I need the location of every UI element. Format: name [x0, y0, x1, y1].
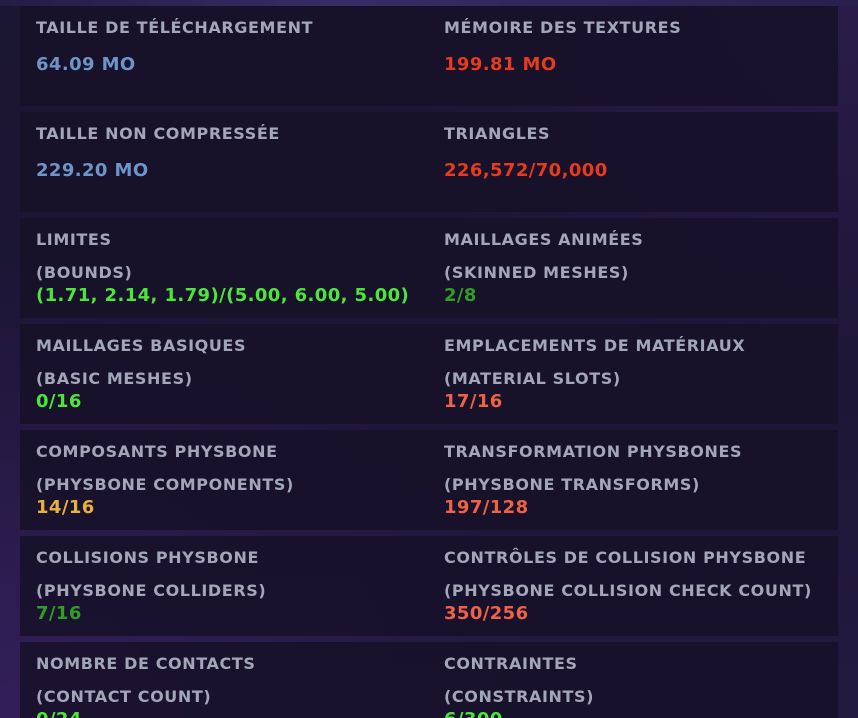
stat-cell: TRANSFORMATION PHYSBONES (PHYSBONE TRANSF… [444, 430, 836, 530]
stat-value: (1.71, 2.14, 1.79)/(5.00, 6.00, 5.00) [36, 285, 410, 306]
stat-label: TRIANGLES [444, 124, 551, 143]
stats-row: LIMITES (BOUNDS) (1.71, 2.14, 1.79)/(5.00,… [20, 218, 838, 318]
stat-cell: EMPLACEMENTS DE MATÉRIAUX (MATERIAL SLOTS… [444, 324, 836, 424]
stat-label: TRANSFORMATION PHYSBONES [444, 442, 743, 461]
stat-cell: COMPOSANTS PHYSBONE (PHYSBONE COMPONENTS)… [36, 430, 428, 530]
stats-grid: TAILLE DE TÉLÉCHARGEMENT 64.09 MO MÉMOIRE … [20, 6, 838, 718]
stat-sublabel: (BASIC MESHES) [36, 369, 193, 388]
stat-sublabel: (PHYSBONE COLLISION CHECK COUNT) [444, 581, 812, 600]
stats-row: COMPOSANTS PHYSBONE (PHYSBONE COMPONENTS)… [20, 430, 838, 530]
stat-cell: TRIANGLES 226,572/70,000 [444, 112, 836, 212]
stat-label: MAILLAGES BASIQUES [36, 336, 247, 355]
stat-value: 64.09 MO [36, 54, 136, 75]
stat-sublabel: (PHYSBONE COMPONENTS) [36, 475, 294, 494]
stat-label: CONTRÔLES DE COLLISION PHYSBONE [444, 548, 807, 567]
stats-row: TAILLE NON COMPRESSÉE 229.20 MO TRIANGLES 2… [20, 112, 838, 212]
stat-label: LIMITES [36, 230, 112, 249]
stat-value: 350/256 [444, 603, 529, 624]
stat-sublabel: (CONTACT COUNT) [36, 687, 212, 706]
stat-sublabel: (MATERIAL SLOTS) [444, 369, 621, 388]
stats-row: NOMBRE DE CONTACTS (CONTACT COUNT) 0/24 CON… [20, 642, 838, 718]
stat-sublabel: (PHYSBONE TRANSFORMS) [444, 475, 700, 494]
stat-value: 229.20 MO [36, 160, 149, 181]
stat-label: TAILLE DE TÉLÉCHARGEMENT [36, 18, 314, 37]
stat-value: 226,572/70,000 [444, 160, 608, 181]
stat-sublabel: (BOUNDS) [36, 263, 133, 282]
stats-row: MAILLAGES BASIQUES (BASIC MESHES) 0/16 EMPL… [20, 324, 838, 424]
stats-row: COLLISIONS PHYSBONE (PHYSBONE COLLIDERS) 7… [20, 536, 838, 636]
stat-value: 7/16 [36, 603, 82, 624]
stat-label: CONTRAINTES [444, 654, 578, 673]
stat-label: MÉMOIRE DES TEXTURES [444, 18, 682, 37]
stat-cell: TAILLE DE TÉLÉCHARGEMENT 64.09 MO [36, 6, 428, 106]
stat-value: 197/128 [444, 497, 529, 518]
stat-cell: NOMBRE DE CONTACTS (CONTACT COUNT) 0/24 [36, 642, 428, 718]
stat-value: 0/24 [36, 708, 428, 718]
stat-cell: MÉMOIRE DES TEXTURES 199.81 MO [444, 6, 836, 106]
stat-cell: MAILLAGES BASIQUES (BASIC MESHES) 0/16 [36, 324, 428, 424]
stat-value: 6/300 [444, 708, 836, 718]
stat-sublabel: (CONSTRAINTS) [444, 687, 595, 706]
stat-label: COMPOSANTS PHYSBONE [36, 442, 278, 461]
stats-row: TAILLE DE TÉLÉCHARGEMENT 64.09 MO MÉMOIRE … [20, 6, 838, 106]
stat-value: 17/16 [444, 391, 503, 412]
stat-label: COLLISIONS PHYSBONE [36, 548, 259, 567]
stat-cell: CONTRÔLES DE COLLISION PHYSBONE (PHYSBONE… [444, 536, 836, 636]
stat-sublabel: (SKINNED MESHES) [444, 263, 629, 282]
stat-label: TAILLE NON COMPRESSÉE [36, 124, 280, 143]
stat-cell: COLLISIONS PHYSBONE (PHYSBONE COLLIDERS) 7… [36, 536, 428, 636]
stat-cell: TAILLE NON COMPRESSÉE 229.20 MO [36, 112, 428, 212]
stat-sublabel: (PHYSBONE COLLIDERS) [36, 581, 267, 600]
stat-label: MAILLAGES ANIMÉES [444, 230, 644, 249]
stat-label: EMPLACEMENTS DE MATÉRIAUX [444, 336, 746, 355]
stat-cell: CONTRAINTES (CONSTRAINTS) 6/300 [444, 642, 836, 718]
stat-cell: LIMITES (BOUNDS) (1.71, 2.14, 1.79)/(5.00,… [36, 218, 428, 318]
stat-value: 0/16 [36, 391, 82, 412]
stat-value: 14/16 [36, 497, 95, 518]
stat-value: 199.81 MO [444, 54, 557, 75]
stat-label: NOMBRE DE CONTACTS [36, 654, 256, 673]
stat-value: 2/8 [444, 285, 477, 306]
stat-cell: MAILLAGES ANIMÉES (SKINNED MESHES) 2/8 [444, 218, 836, 318]
avatar-stats-panel: TAILLE DE TÉLÉCHARGEMENT 64.09 MO MÉMOIRE … [0, 0, 858, 718]
